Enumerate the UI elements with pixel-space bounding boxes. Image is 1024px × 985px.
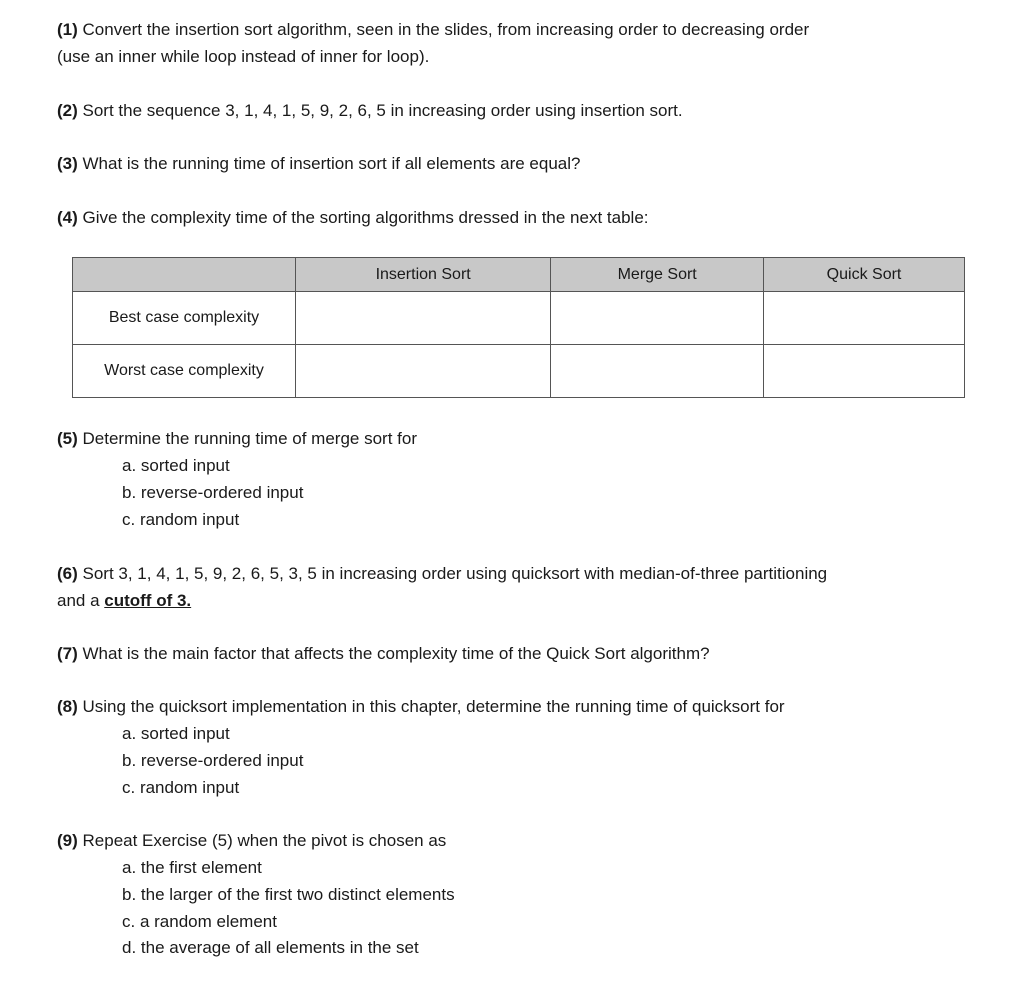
row-label: Best case complexity bbox=[72, 291, 296, 345]
q5-text: Determine the running time of merge sort… bbox=[77, 429, 417, 448]
q6-line1: (6) Sort 3, 1, 4, 1, 5, 9, 2, 6, 5, 3, 5… bbox=[57, 562, 827, 586]
table-header-quick: Quick Sort bbox=[763, 257, 965, 292]
q7-text: What is the main factor that affects the… bbox=[77, 644, 710, 663]
q6-number: (6) bbox=[57, 564, 78, 583]
table-cell bbox=[763, 291, 965, 345]
q4-number: (4) bbox=[57, 208, 78, 227]
table-cell bbox=[550, 291, 765, 345]
q3-text: What is the running time of insertion so… bbox=[77, 154, 581, 173]
q9-number: (9) bbox=[57, 831, 78, 850]
table-row: Worst case complexity bbox=[72, 344, 965, 398]
table-cell bbox=[550, 344, 765, 398]
table-header-empty bbox=[72, 257, 296, 292]
q6-line2-text: and a bbox=[57, 591, 105, 610]
table-cell bbox=[294, 344, 552, 398]
q8-text: Using the quicksort implementation in th… bbox=[77, 697, 785, 716]
row-label: Worst case complexity bbox=[72, 344, 296, 398]
table-row: Best case complexity bbox=[72, 291, 965, 345]
q8-number: (8) bbox=[57, 697, 78, 716]
table-cell bbox=[294, 291, 552, 345]
table-header-insertion: Insertion Sort bbox=[294, 257, 552, 292]
q2: (2) Sort the sequence 3, 1, 4, 1, 5, 9, … bbox=[57, 99, 683, 123]
q6-cutoff-emphasis: cutoff of 3. bbox=[104, 591, 192, 610]
q6-line2: and a cutoff of 3. bbox=[57, 589, 191, 613]
table-header-row: Insertion Sort Merge Sort Quick Sort bbox=[72, 257, 965, 292]
q9-item: d. the average of all elements in the se… bbox=[122, 938, 419, 957]
q4-text: Give the complexity time of the sorting … bbox=[77, 208, 649, 227]
q5-item: c. random input bbox=[122, 510, 240, 529]
q1-line1: (1) Convert the insertion sort algorithm… bbox=[57, 18, 809, 42]
q9-item: c. a random element bbox=[122, 912, 277, 931]
q9-text: Repeat Exercise (5) when the pivot is ch… bbox=[77, 831, 447, 850]
q2-text: Sort the sequence 3, 1, 4, 1, 5, 9, 2, 6… bbox=[77, 101, 683, 120]
q5-item: b. reverse-ordered input bbox=[122, 483, 304, 502]
q1-text: Convert the insertion sort algorithm, se… bbox=[77, 20, 810, 39]
q8-item: b. reverse-ordered input bbox=[122, 751, 304, 770]
q8-item: c. random input bbox=[122, 778, 240, 797]
table-cell bbox=[763, 344, 965, 398]
q3-number: (3) bbox=[57, 154, 78, 173]
q8: (8) Using the quicksort implementation i… bbox=[57, 695, 785, 719]
q4: (4) Give the complexity time of the sort… bbox=[57, 206, 649, 230]
q3: (3) What is the running time of insertio… bbox=[57, 152, 580, 176]
q5-number: (5) bbox=[57, 429, 78, 448]
q9-item: b. the larger of the first two distinct … bbox=[122, 885, 455, 904]
q9: (9) Repeat Exercise (5) when the pivot i… bbox=[57, 829, 446, 853]
q7-number: (7) bbox=[57, 644, 78, 663]
table-header-merge: Merge Sort bbox=[550, 257, 765, 292]
q5: (5) Determine the running time of merge … bbox=[57, 427, 417, 451]
complexity-table: Insertion Sort Merge Sort Quick Sort Bes… bbox=[72, 257, 965, 398]
q7: (7) What is the main factor that affects… bbox=[57, 642, 710, 666]
q1-line2: (use an inner while loop instead of inne… bbox=[57, 47, 430, 66]
q2-number: (2) bbox=[57, 101, 78, 120]
q9-item: a. the first element bbox=[122, 858, 262, 877]
q8-item: a. sorted input bbox=[122, 724, 230, 743]
q5-item: a. sorted input bbox=[122, 456, 230, 475]
q1-number: (1) bbox=[57, 20, 78, 39]
q6-text: Sort 3, 1, 4, 1, 5, 9, 2, 6, 5, 3, 5 in … bbox=[77, 564, 828, 583]
